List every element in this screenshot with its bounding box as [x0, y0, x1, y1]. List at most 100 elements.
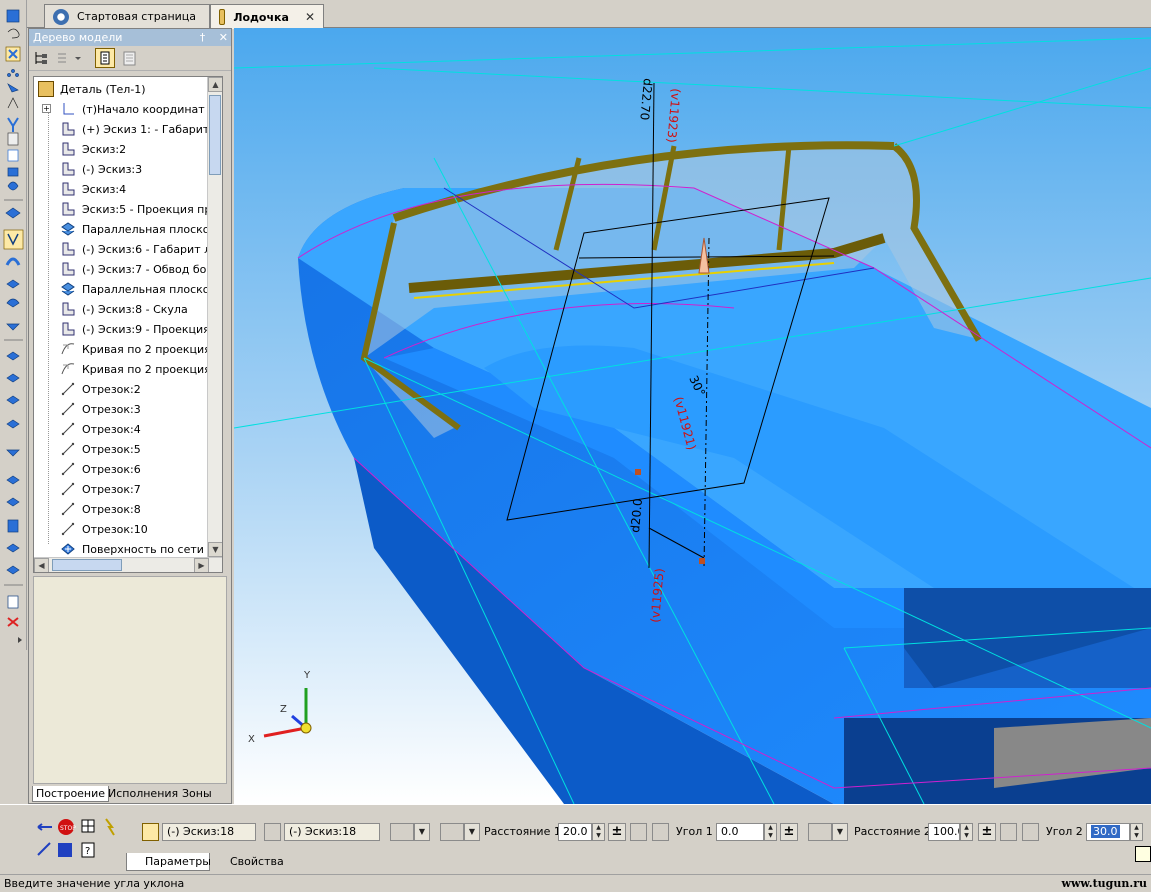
tree-item-label: Отрезок:6 [82, 462, 141, 476]
status-bar: Введите значение угла уклона www.tugun.r… [0, 874, 1151, 892]
tree-horizontal-scrollbar[interactable]: ◀ ▶ [34, 557, 222, 572]
tree-item[interactable]: Отрезок:7 [60, 479, 222, 499]
reverse-direction-button[interactable] [630, 823, 647, 841]
direction-dropdown-icon[interactable]: ▼ [414, 823, 430, 841]
tree-item[interactable]: Эскиз:5 - Проекция про, [60, 199, 222, 219]
tree-item[interactable]: Отрезок:6 [60, 459, 222, 479]
tree-view-toggle-button[interactable] [95, 48, 115, 68]
tree-structure-icon[interactable] [33, 50, 51, 67]
sketch-icon [60, 121, 76, 137]
tree-vertical-scrollbar[interactable]: ▲ ▼ [207, 77, 222, 557]
scroll-up-icon[interactable]: ▲ [208, 77, 222, 92]
surface-icon [60, 541, 76, 557]
tree-item[interactable]: (-) Эскиз:6 - Габарит ло [60, 239, 222, 259]
scroll-thumb[interactable] [209, 95, 221, 175]
tab-properties[interactable]: Свойства [212, 853, 292, 871]
scroll-thumb[interactable] [52, 559, 122, 571]
tree-root-item[interactable]: Деталь (Тел-1) [38, 79, 218, 99]
sketch-edit-icon [37, 842, 51, 856]
tree-item[interactable]: (-) Эскиз:8 - Скула [60, 299, 222, 319]
tab-boat-model[interactable]: Лодочка ✕ [210, 4, 324, 29]
angle1-spinner[interactable]: ▲ ▼ [764, 823, 777, 841]
properties-view-icon[interactable] [121, 50, 139, 67]
tree-item[interactable]: Параллельная плоскост [60, 279, 222, 299]
segment-icon [60, 381, 76, 397]
tab-start-page[interactable]: Стартовая страница [44, 4, 210, 28]
scroll-right-icon[interactable]: ▶ [194, 558, 209, 572]
tree-item[interactable]: Отрезок:5 [60, 439, 222, 459]
part-icon [38, 81, 54, 97]
tree-item[interactable]: Эскиз:2 [60, 139, 222, 159]
tree-item[interactable]: Отрезок:3 [60, 399, 222, 419]
distance1-input[interactable]: 20.0 [558, 823, 592, 841]
segment-icon [60, 401, 76, 417]
distance1-plusminus-button[interactable]: ± [608, 823, 626, 841]
tree-item-label: Кривая по 2 проекциям: [82, 342, 223, 356]
filter-dropdown-icon[interactable] [55, 50, 83, 67]
segment-icon [60, 501, 76, 517]
sketch1-field[interactable]: (-) Эскиз:18 [162, 823, 256, 841]
close-panel-icon[interactable]: ✕ [219, 31, 228, 44]
tree-item[interactable]: Отрезок:8 [60, 499, 222, 519]
tooltip [1135, 846, 1151, 862]
sketch2-field[interactable]: (-) Эскиз:18 [284, 823, 380, 841]
tab-zones[interactable]: Зоны [179, 786, 215, 802]
tree-item[interactable]: + (т)Начало координат [42, 99, 222, 119]
angle2-input[interactable]: 30.0 [1086, 823, 1130, 841]
direction-button[interactable] [390, 823, 414, 841]
flash-icon [105, 818, 115, 836]
angle1-input[interactable]: 0.0 [716, 823, 764, 841]
draft-direction-button[interactable] [652, 823, 669, 841]
panel-title-bar: Дерево модели † ✕ [29, 29, 231, 46]
operation-dropdown-icon[interactable]: ▼ [464, 823, 480, 841]
distance2-plusminus-button[interactable]: ± [978, 823, 996, 841]
pin-icon[interactable]: † [200, 31, 206, 44]
tree-item[interactable]: Отрезок:4 [60, 419, 222, 439]
expand-icon[interactable]: + [42, 104, 51, 113]
tree-item-label: Отрезок:7 [82, 482, 141, 496]
operation2-type-button[interactable] [808, 823, 832, 841]
tree-item[interactable]: Отрезок:10 [60, 519, 222, 539]
select-path-button[interactable] [264, 823, 281, 841]
distance2-spinner[interactable]: ▲ ▼ [960, 823, 973, 841]
help-icon: ? [81, 842, 95, 858]
tab-parameters[interactable]: Параметры [126, 853, 211, 871]
stop-icon: STOP [58, 819, 76, 835]
tree-item-label: (+) Эскиз 1: - Габарит г [82, 122, 219, 136]
distance1-spinner[interactable]: ▲ ▼ [592, 823, 605, 841]
draft-direction2-button[interactable] [1022, 823, 1039, 841]
tree-item[interactable]: (+) Эскиз 1: - Габарит г [60, 119, 222, 139]
tree-item-label: Отрезок:2 [82, 382, 141, 396]
tree-item[interactable]: Параллельная плоскост [60, 219, 222, 239]
tree-item[interactable]: Эскиз:4 [60, 179, 222, 199]
tree-item-label: Эскиз:4 [82, 182, 127, 196]
axis-y-label: Y [303, 670, 311, 681]
enter-icon [37, 823, 52, 831]
angle2-label: Угол 2 [1046, 825, 1083, 838]
document-tabs-bar: Стартовая страница Лодочка ✕ [0, 0, 1151, 29]
distance2-input[interactable]: 100.0 [928, 823, 960, 841]
tree-item[interactable]: (-) Эскиз:7 - Обвод борт [60, 259, 222, 279]
operation-type-button[interactable] [440, 823, 464, 841]
tree-item[interactable]: Отрезок:2 [60, 379, 222, 399]
angle2-spinner[interactable]: ▲ ▼ [1130, 823, 1143, 841]
select-sketch-button[interactable] [142, 823, 159, 841]
scroll-down-icon[interactable]: ▼ [208, 542, 222, 557]
tree-item[interactable]: Кривая по 2 проекциям: [60, 339, 223, 359]
tree-item[interactable]: (-) Эскиз:3 [60, 159, 222, 179]
tab-construction[interactable]: Построение [32, 786, 110, 802]
model-tree-panel: Дерево модели † ✕ Деталь (Тел-1) + (т)Нач… [28, 28, 232, 804]
close-tab-icon[interactable]: ✕ [305, 10, 315, 24]
segment-icon [60, 441, 76, 457]
tab-executions[interactable]: Исполнения [105, 786, 181, 802]
operation2-dropdown-icon[interactable]: ▼ [832, 823, 848, 841]
angle1-plusminus-button[interactable]: ± [780, 823, 798, 841]
crosshair-icon [81, 819, 95, 833]
scroll-left-icon[interactable]: ◀ [34, 558, 49, 572]
tree-item[interactable]: Поверхность по сети кр [60, 539, 222, 559]
tree-item[interactable]: (-) Эскиз:9 - Проекция г [60, 319, 222, 339]
reverse-direction2-button[interactable] [1000, 823, 1017, 841]
tree-item[interactable]: Кривая по 2 проекциям: [60, 359, 222, 379]
sketch-icon [60, 141, 76, 157]
3d-viewport[interactable]: 30° (v11921) (v11923) d22.70 d20.0 (v119… [234, 28, 1151, 804]
